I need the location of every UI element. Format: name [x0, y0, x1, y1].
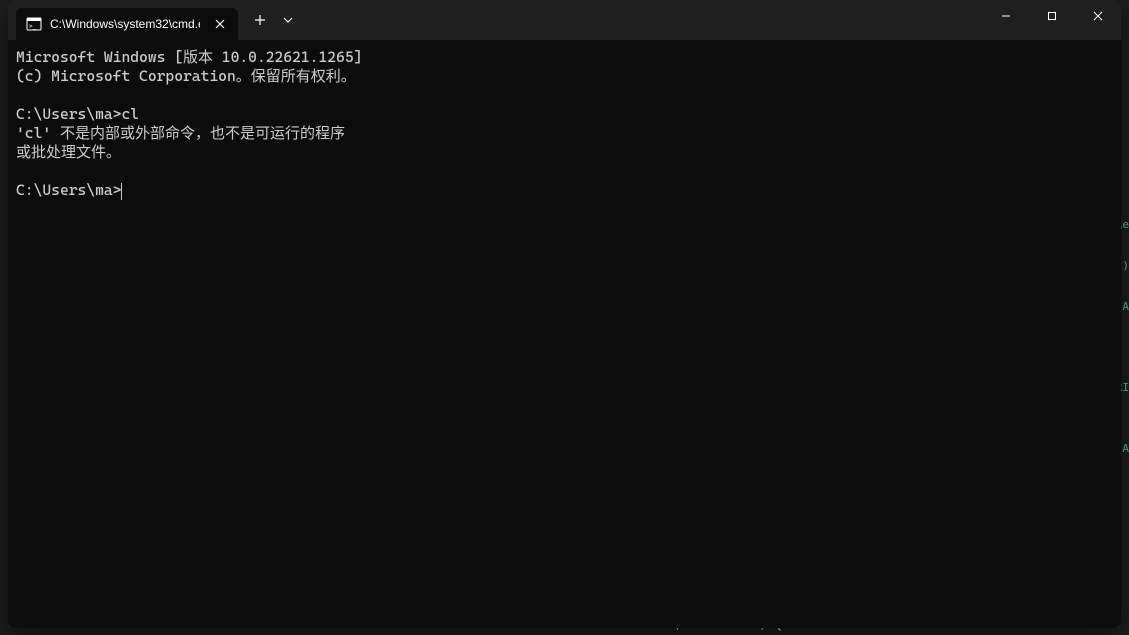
tab-close-button[interactable] [212, 16, 228, 32]
window-controls [983, 0, 1121, 40]
terminal-window: >_ C:\Windows\system32\cmd.e [8, 0, 1121, 628]
terminal-line: Microsoft Windows [版本 10.0.22621.1265] [16, 48, 362, 66]
tab-dropdown-button[interactable] [276, 4, 300, 36]
terminal-line: 或批处理文件。 [16, 143, 121, 161]
terminal-line: (c) Microsoft Corporation。保留所有权利。 [16, 67, 356, 85]
cmd-icon: >_ [26, 16, 42, 32]
minimize-button[interactable] [983, 0, 1029, 32]
terminal-prompt: C:\Users\ma> [16, 181, 121, 199]
tab-cmd[interactable]: >_ C:\Windows\system32\cmd.e [16, 8, 238, 40]
close-button[interactable] [1075, 0, 1121, 32]
tab-strip: >_ C:\Windows\system32\cmd.e [8, 0, 300, 40]
maximize-button[interactable] [1029, 0, 1075, 32]
bg-frag: A [1122, 442, 1129, 455]
terminal-body[interactable]: Microsoft Windows [版本 10.0.22621.1265] (… [8, 40, 1121, 628]
svg-text:>_: >_ [29, 23, 37, 30]
bg-frag: ) [1122, 259, 1129, 272]
new-tab-button[interactable] [244, 4, 276, 36]
terminal-line: 'cl' 不是内部或外部命令，也不是可运行的程序 [16, 124, 345, 142]
cursor [121, 183, 122, 200]
bg-frag: A [1122, 300, 1129, 313]
title-bar[interactable]: >_ C:\Windows\system32\cmd.e [8, 0, 1121, 40]
tab-title: C:\Windows\system32\cmd.e [50, 17, 200, 31]
terminal-line: C:\Users\ma>cl [16, 105, 139, 123]
